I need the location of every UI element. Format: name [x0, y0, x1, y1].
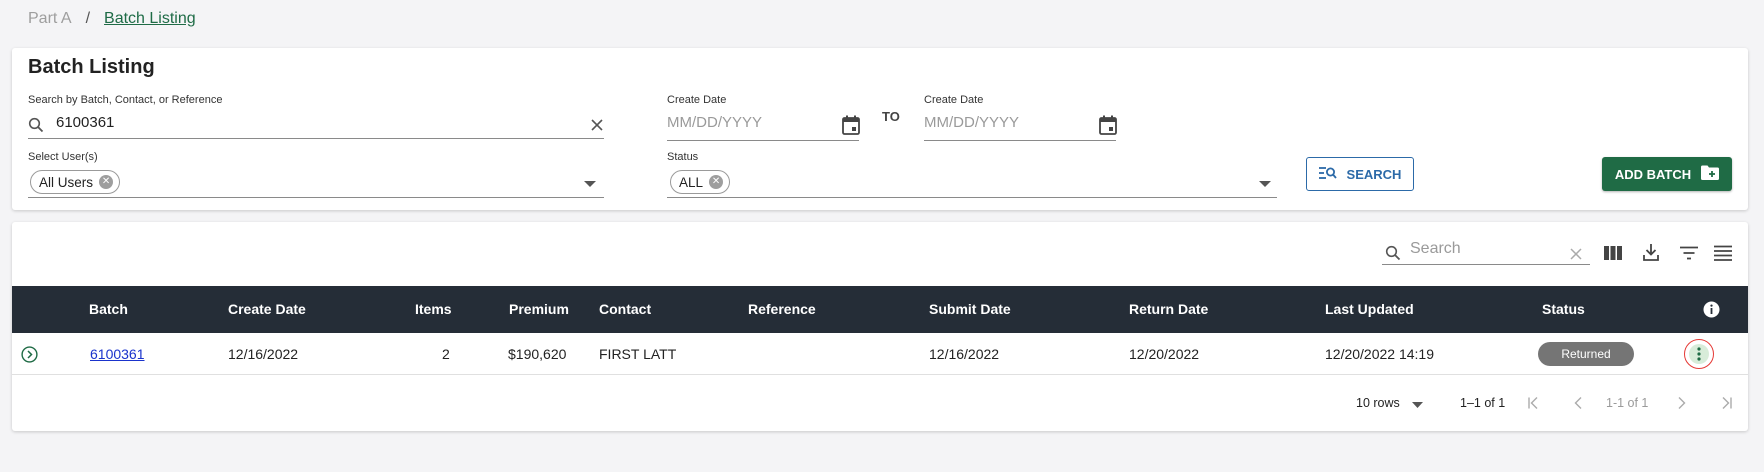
column-header-return-date[interactable]: Return Date: [1129, 301, 1208, 317]
cell-create-date: 12/16/2022: [228, 346, 299, 362]
more-vert-icon: [1689, 344, 1709, 364]
calendar-icon[interactable]: [840, 114, 862, 136]
breadcrumb-separator: /: [85, 10, 91, 27]
pagination-range: 1–1 of 1: [1460, 396, 1506, 410]
breadcrumb-parent[interactable]: Part A: [28, 10, 72, 28]
create-date-to-label: Create Date: [924, 94, 984, 106]
select-users-underline: [28, 197, 604, 198]
create-date-from-label: Create Date: [667, 94, 727, 106]
column-header-reference[interactable]: Reference: [748, 301, 816, 317]
cell-contact: FIRST LATT: [599, 346, 677, 362]
search-button[interactable]: SEARCH: [1306, 157, 1414, 191]
create-date-to-underline: [924, 140, 1116, 141]
column-header-create-date[interactable]: Create Date: [228, 301, 306, 317]
cell-last-updated: 12/20/2022 14:19: [1325, 346, 1434, 362]
info-icon[interactable]: [1702, 300, 1720, 318]
status-label: Status: [667, 151, 699, 163]
add-batch-button[interactable]: ADD BATCH: [1602, 157, 1732, 191]
chip-remove-icon[interactable]: ✕: [709, 175, 724, 189]
table-search-underline: [1382, 264, 1590, 265]
chevron-down-icon[interactable]: [582, 176, 598, 192]
folder-add-icon: [1701, 165, 1720, 183]
columns-icon[interactable]: [1602, 242, 1624, 264]
filter-icon[interactable]: [1678, 242, 1700, 264]
search-underline: [28, 138, 604, 139]
create-date-from-input[interactable]: MM/DD/YYYY: [667, 114, 762, 131]
to-label: TO: [882, 109, 900, 124]
add-batch-button-label: ADD BATCH: [1614, 166, 1692, 182]
chip-remove-icon[interactable]: ✕: [99, 175, 114, 189]
density-icon[interactable]: [1712, 242, 1734, 264]
search-label: Search by Batch, Contact, or Reference: [28, 94, 223, 106]
search-icon: [27, 116, 45, 134]
batch-table-panel: Search Batch Create Date Items Premium C…: [12, 222, 1748, 431]
page-title: Batch Listing: [28, 56, 155, 78]
select-users-label: Select User(s): [28, 151, 98, 163]
create-date-to-input[interactable]: MM/DD/YYYY: [924, 114, 1019, 131]
column-header-submit-date[interactable]: Submit Date: [929, 301, 1011, 317]
first-page-icon[interactable]: [1526, 395, 1542, 411]
breadcrumb: Part A / Batch Listing: [28, 10, 196, 28]
row-actions-button[interactable]: [1684, 339, 1714, 369]
batch-link[interactable]: 6100361: [90, 346, 145, 362]
search-button-label: SEARCH: [1346, 166, 1402, 182]
column-header-status[interactable]: Status: [1542, 301, 1585, 317]
expand-row-icon[interactable]: [20, 345, 38, 363]
column-header-contact[interactable]: Contact: [599, 301, 651, 317]
filter-panel: Batch Listing Search by Batch, Contact, …: [12, 48, 1748, 210]
last-page-icon[interactable]: [1718, 395, 1734, 411]
clear-icon[interactable]: [1568, 246, 1584, 262]
page-info: 1-1 of 1: [1606, 396, 1649, 410]
status-badge: Returned: [1538, 342, 1634, 366]
next-page-icon[interactable]: [1674, 395, 1690, 411]
previous-page-icon[interactable]: [1570, 395, 1586, 411]
cell-submit-date: 12/16/2022: [929, 346, 1000, 362]
column-header-items[interactable]: Items: [415, 301, 452, 317]
users-chip-label: All Users: [39, 174, 94, 190]
status-underline: [667, 197, 1277, 198]
column-header-batch[interactable]: Batch: [89, 301, 128, 317]
status-chip[interactable]: ALL ✕: [670, 170, 731, 194]
column-header-premium[interactable]: Premium: [509, 301, 569, 317]
search-list-icon: [1318, 166, 1337, 183]
status-chip-label: ALL: [679, 174, 704, 190]
rows-per-page-select[interactable]: 10 rows: [1356, 396, 1400, 410]
download-icon[interactable]: [1640, 241, 1662, 263]
clear-icon[interactable]: [588, 116, 606, 134]
search-icon: [1384, 244, 1402, 262]
create-date-from-underline: [667, 140, 859, 141]
table-search-input[interactable]: Search: [1410, 240, 1461, 258]
breadcrumb-current[interactable]: Batch Listing: [104, 10, 196, 28]
cell-return-date: 12/20/2022: [1129, 346, 1200, 362]
table-header: Batch Create Date Items Premium Contact …: [12, 286, 1748, 333]
chevron-down-icon[interactable]: [1257, 176, 1273, 192]
column-header-last-updated[interactable]: Last Updated: [1325, 301, 1414, 317]
table-row[interactable]: 6100361 12/16/2022 2 $190,620 FIRST LATT…: [12, 333, 1748, 375]
cell-items: 2: [442, 346, 450, 362]
search-input[interactable]: 6100361: [56, 114, 114, 131]
users-chip[interactable]: All Users ✕: [30, 170, 121, 194]
calendar-icon[interactable]: [1097, 114, 1119, 136]
cell-premium: $190,620: [508, 346, 567, 362]
chevron-down-icon[interactable]: [1410, 398, 1424, 412]
